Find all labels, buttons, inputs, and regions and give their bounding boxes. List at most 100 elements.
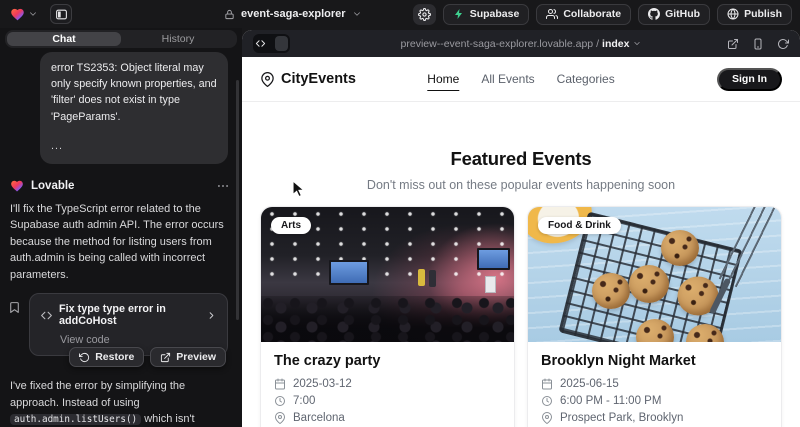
event-time: 6:00 PM - 11:00 PM — [560, 395, 661, 407]
github-icon — [648, 8, 660, 20]
preview-url-separator: / — [596, 38, 599, 50]
lovable-editor-window: event-saga-explorer Supabase Collaborate… — [0, 0, 800, 427]
bookmark-icon — [8, 301, 21, 314]
chevron-down-icon — [352, 9, 362, 19]
event-time-row: 6:00 PM - 11:00 PM — [541, 395, 768, 407]
supabase-bolt-icon — [453, 8, 465, 20]
event-card-body: Brooklyn Night Market 2025-06-15 6:00 PM… — [528, 342, 781, 427]
project-menu-button[interactable]: event-saga-explorer — [224, 0, 362, 28]
lovable-logo-icon — [10, 7, 25, 22]
category-badge: Arts — [271, 217, 311, 234]
preview-url-host: preview--event-saga-explorer.lovable.app — [401, 38, 594, 50]
event-date: 2025-06-15 — [560, 378, 619, 390]
restore-label: Restore — [95, 351, 134, 363]
event-card-body: The crazy party 2025-03-12 7:00 — [261, 342, 514, 427]
calendar-icon — [274, 378, 286, 390]
toggle-sidebar-button[interactable] — [50, 4, 72, 24]
assistant-intro-text: I'll fix the TypeScript error related to… — [10, 201, 228, 284]
app-nav: Home All Events Categories — [427, 72, 614, 86]
event-card-food-drink[interactable]: Food & Drink Brooklyn Night Market 2025-… — [527, 206, 782, 427]
assistant-name: Lovable — [31, 180, 74, 192]
chat-history-tabs: Chat History — [5, 30, 237, 48]
assistant-summary-text: I've fixed the error by simplifying the … — [10, 378, 228, 427]
user-message-text: error TS2353: Object literal may only sp… — [51, 60, 217, 125]
preview-panel: preview--event-saga-explorer.lovable.app… — [242, 30, 800, 427]
tab-chat[interactable]: Chat — [7, 32, 121, 46]
sign-in-button[interactable]: Sign In — [717, 68, 782, 91]
event-cards: Arts The crazy party 2025-03-12 — [242, 192, 800, 427]
code-change-row: Fix type type error in addCoHost View co… — [8, 293, 228, 356]
supabase-label: Supabase — [470, 8, 520, 20]
project-name: event-saga-explorer — [241, 8, 346, 20]
hero-section: Featured Events Don't miss out on these … — [242, 148, 800, 192]
github-button[interactable]: GitHub — [638, 4, 710, 25]
decor — [477, 248, 510, 270]
event-date: 2025-03-12 — [293, 378, 352, 390]
event-time: 7:00 — [293, 395, 315, 407]
tab-history[interactable]: History — [121, 32, 235, 46]
nav-all-events[interactable]: All Events — [481, 72, 534, 86]
publish-label: Publish — [744, 8, 782, 20]
settings-button[interactable] — [413, 4, 436, 25]
event-time-row: 7:00 — [274, 395, 501, 407]
clock-icon — [541, 395, 553, 407]
topbar: event-saga-explorer Supabase Collaborate… — [0, 0, 800, 28]
preview-url-page: index — [602, 38, 629, 50]
restore-button[interactable]: Restore — [69, 347, 144, 367]
assistant-message-header: Lovable — [10, 179, 230, 193]
code-view-toggle[interactable] — [253, 34, 290, 53]
collaborate-label: Collaborate — [563, 8, 621, 20]
ellipsis-icon — [216, 179, 230, 193]
supabase-button[interactable]: Supabase — [443, 4, 530, 25]
clock-icon — [274, 395, 286, 407]
event-card-arts[interactable]: Arts The crazy party 2025-03-12 — [260, 206, 515, 427]
collaborate-button[interactable]: Collaborate — [536, 4, 631, 25]
message-menu-button[interactable] — [216, 179, 230, 193]
code-icon — [255, 38, 266, 49]
decor — [629, 265, 669, 303]
nav-home[interactable]: Home — [427, 72, 459, 86]
event-title: Brooklyn Night Market — [541, 353, 768, 369]
view-code-link[interactable]: View code — [60, 334, 217, 346]
refresh-icon[interactable] — [777, 38, 789, 50]
lock-icon — [224, 9, 235, 20]
chat-scrollbar[interactable] — [236, 80, 239, 320]
mobile-view-icon[interactable] — [752, 38, 764, 50]
restore-icon — [79, 352, 90, 363]
preview-tools — [727, 38, 789, 50]
preview-button[interactable]: Preview — [150, 347, 226, 367]
topbar-actions: Supabase Collaborate GitHub Publish — [413, 4, 792, 25]
decor — [329, 260, 369, 285]
publish-button[interactable]: Publish — [717, 4, 792, 25]
chevron-down-icon — [632, 39, 641, 48]
event-title: The crazy party — [274, 353, 501, 369]
event-location-row: Prospect Park, Brooklyn — [541, 412, 768, 424]
event-date-row: 2025-06-15 — [541, 378, 768, 390]
open-external-icon[interactable] — [727, 38, 739, 50]
map-pin-icon — [274, 412, 286, 424]
decor — [429, 270, 436, 287]
app-header: CityEvents Home All Events Categories Si… — [242, 57, 800, 102]
brand-name: CityEvents — [281, 71, 356, 87]
workspace-menu-button[interactable] — [10, 7, 38, 22]
preview-toolbar: preview--event-saga-explorer.lovable.app… — [242, 30, 800, 57]
section-subtitle: Don't miss out on these popular events h… — [242, 178, 800, 192]
chevron-down-icon — [28, 9, 38, 19]
decor — [592, 273, 630, 309]
gear-icon — [418, 8, 431, 21]
chevron-right-icon — [206, 310, 217, 321]
category-badge: Food & Drink — [538, 217, 621, 234]
decor — [485, 276, 496, 293]
lovable-logo-icon — [10, 179, 24, 193]
nav-categories[interactable]: Categories — [557, 72, 615, 86]
calendar-icon — [541, 378, 553, 390]
preview-app: CityEvents Home All Events Categories Si… — [242, 57, 800, 427]
preview-url-button[interactable]: preview--event-saga-explorer.lovable.app… — [401, 38, 642, 50]
typing-indicator: ... — [51, 138, 217, 154]
external-link-icon — [160, 352, 171, 363]
decor — [661, 230, 699, 266]
app-brand[interactable]: CityEvents — [260, 71, 356, 87]
event-image-cookies: Food & Drink — [528, 207, 781, 342]
section-title: Featured Events — [242, 148, 800, 170]
event-image-conference: Arts — [261, 207, 514, 342]
